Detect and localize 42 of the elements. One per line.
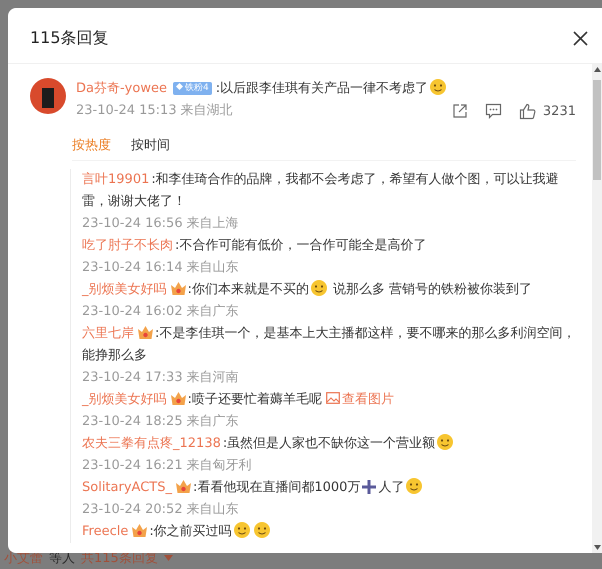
scrollbar-thumb[interactable] xyxy=(593,80,601,180)
reply-text: 言叶19901:和李佳琦合作的品牌，我都不会考虑了，希望有人做个图，可以让我避雷，谢谢大佬了！ xyxy=(82,171,560,211)
view-image-link[interactable]: 查看图片 xyxy=(326,392,394,407)
share-icon[interactable] xyxy=(452,103,468,119)
reply-text: Freecle :你之前买过吗 xyxy=(82,521,576,543)
plus-icon xyxy=(361,479,378,495)
author-name[interactable]: Da芬奇-yowee xyxy=(76,81,167,96)
emoji-icon xyxy=(310,279,328,297)
like-icon[interactable] xyxy=(518,102,536,120)
emoji-icon xyxy=(405,477,424,495)
timestamp: 23-10-24 16:56 来自上海 xyxy=(82,215,240,233)
image-icon xyxy=(326,392,340,404)
scroll-up-icon[interactable] xyxy=(594,67,600,72)
reply-text: 农夫三拳有点疼_12138:虽然但是人家也不缺你这一个营业额 xyxy=(82,433,576,455)
emoji-icon xyxy=(429,78,448,96)
comment-text: :以后跟李佳琪有关产品一律不考虑了 xyxy=(216,81,428,96)
avatar[interactable] xyxy=(30,78,66,114)
timestamp: 23-10-24 15:13 来自湖北 xyxy=(76,102,233,120)
reply-text: SolitaryACTS_ :看看他现在直播间都1000万 人了 xyxy=(82,477,576,499)
emoji-icon xyxy=(436,433,454,451)
reply-text: _别烦美女好吗 :你们本来就是不买的 说那么多 营销号的铁粉被你装到了 xyxy=(82,279,576,301)
comment-icon[interactable] xyxy=(484,103,502,119)
timestamp: 23-10-24 16:02 来自广东 xyxy=(82,303,240,321)
timestamp: 23-10-24 18:25 来自广东 xyxy=(82,413,240,431)
timestamp: 23-10-24 20:52 来自山东 xyxy=(82,501,240,519)
like-count: 3231 xyxy=(542,104,576,118)
reply-text: _别烦美女好吗 :喷子还要忙着薅羊毛呢 查看图片 xyxy=(82,390,396,409)
timestamp: 23-10-24 16:14 来自山东 xyxy=(82,259,240,277)
timestamp: 23-10-24 16:21 来自匈牙利 xyxy=(82,457,253,475)
timestamp: 23-10-24 17:33 来自河南 xyxy=(82,369,240,387)
sort-tab[interactable]: 按时间 xyxy=(131,136,170,154)
diamond-icon xyxy=(176,83,183,90)
emoji-icon xyxy=(252,521,271,539)
sort-tab[interactable]: 按热度 xyxy=(72,136,111,154)
badge-label: 铁粉4 xyxy=(184,83,209,93)
close-icon[interactable] xyxy=(573,31,588,46)
reply-text: 吃了肘子不长肉:不合作可能有低价，一合作可能全是高价了 xyxy=(82,237,428,255)
reply-text: 六里七岸 :不是李佳琪一个，是基本上大主播都这样，要不哪来的那么多利润空间，能挣那么多 xyxy=(82,324,576,365)
scroll-down-icon[interactable] xyxy=(594,545,600,550)
dialog-title: 115条回复 xyxy=(30,28,109,49)
scrollbar[interactable] xyxy=(592,64,602,553)
emoji-icon xyxy=(232,521,251,539)
